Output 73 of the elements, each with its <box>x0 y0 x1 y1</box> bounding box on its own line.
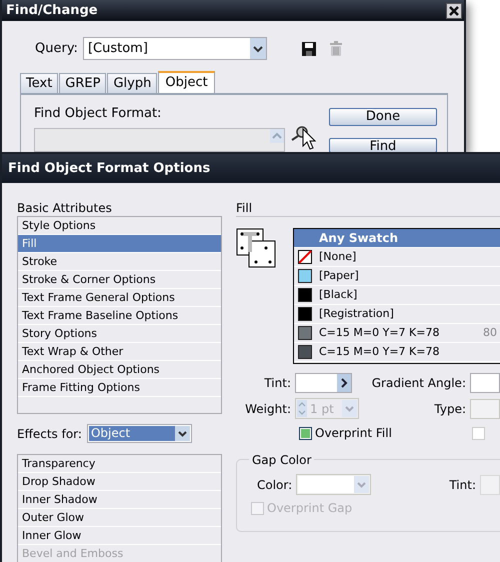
field-label: Gradient Angle: <box>372 375 466 392</box>
swatch-row[interactable]: [Black] <box>294 286 500 305</box>
effects-dropdown[interactable]: Object <box>86 424 192 443</box>
tab[interactable]: Glyph <box>107 73 158 93</box>
swatch-name: C=15 M=0 Y=7 K=78 <box>319 344 440 360</box>
section-label: Basic Attributes <box>17 200 113 215</box>
dialog-button[interactable]: Find <box>329 138 437 152</box>
swatch-name: [Paper] <box>319 268 360 284</box>
fill-proxy-icon <box>236 228 276 268</box>
swatch-tint: 80 <box>483 324 497 341</box>
list-item[interactable]: Text Frame Baseline Options <box>18 307 221 325</box>
list-item[interactable]: Fill <box>18 235 221 253</box>
scroll-up-icon <box>270 128 284 142</box>
format-field[interactable] <box>34 128 285 152</box>
list-item[interactable]: Anchored Object Options <box>18 361 221 379</box>
chevron-icon <box>354 476 370 493</box>
field-label: Type: <box>434 400 466 418</box>
tint-field[interactable] <box>295 373 352 393</box>
spinner-icon <box>297 400 307 417</box>
chevron-icon <box>342 400 358 417</box>
field-label: Effects for: <box>17 426 82 442</box>
swatch-row[interactable]: [Registration] <box>294 305 500 324</box>
list-item: Bevel and Emboss <box>18 545 221 562</box>
swatch-row[interactable]: [None] <box>294 248 500 267</box>
list-item[interactable]: Outer Glow <box>18 509 221 527</box>
close-button[interactable] <box>446 2 462 18</box>
type-field[interactable] <box>470 398 500 418</box>
list-item[interactable]: Text Frame General Options <box>18 289 221 307</box>
arrow-right-icon <box>336 374 351 392</box>
swatch-name: [Black] <box>319 286 358 303</box>
tab[interactable]: GREP <box>59 73 106 93</box>
field-label: Tint: <box>449 476 476 494</box>
tint-field[interactable] <box>480 474 500 494</box>
section-heading: Fill <box>236 200 254 215</box>
list-item[interactable]: Stroke <box>18 253 221 271</box>
field-label: Find Object Format: <box>34 105 162 123</box>
swatch-row[interactable]: C=15 M=0 Y=7 K=78 80 <box>294 324 500 343</box>
color-dropdown[interactable] <box>296 474 372 495</box>
window-title: Find/Change <box>6 2 98 20</box>
none-swatch-icon <box>298 250 312 264</box>
list-item[interactable]: Text Wrap & Other <box>18 343 221 361</box>
list-item[interactable]: Story Options <box>18 325 221 343</box>
field-label: Tint: <box>263 375 292 392</box>
chevron-icon <box>174 426 190 441</box>
query-dropdown[interactable]: [Custom] <box>82 37 267 60</box>
list-item[interactable]: Stroke & Corner Options <box>18 271 221 289</box>
weight-field: 1 pt <box>295 398 360 419</box>
swatch-name: [None] <box>319 248 358 265</box>
checkbox-label: Overprint Gap <box>267 500 352 517</box>
field-label: Weight: <box>244 400 292 418</box>
swatch-name: [Registration] <box>319 306 395 322</box>
checkbox-label: Overprint Fill <box>315 425 392 442</box>
pointer-icon <box>302 128 316 150</box>
swatch-row[interactable]: C=15 M=0 Y=7 K=78 <box>294 343 500 362</box>
swatch-row[interactable]: Any Swatch <box>294 229 500 248</box>
field-label: Color: <box>257 476 294 494</box>
tab[interactable]: Text <box>20 73 58 93</box>
list-item[interactable]: Inner Shadow <box>18 491 221 509</box>
trash-icon <box>330 41 342 56</box>
query-label: Query: <box>35 40 78 58</box>
window-title: Find Object Format Options <box>8 160 210 178</box>
angle-field[interactable] <box>470 373 500 393</box>
list-item[interactable]: Transparency <box>18 455 221 473</box>
chevron-icon <box>250 38 266 59</box>
swatch-row[interactable]: [Paper] <box>294 267 500 286</box>
save-icon <box>302 42 316 56</box>
dialog-button[interactable]: Done <box>329 108 437 126</box>
checkbox[interactable] <box>299 426 312 440</box>
tab[interactable]: Object <box>158 71 215 93</box>
list-item[interactable]: Drop Shadow <box>18 473 221 491</box>
list-item[interactable]: Inner Glow <box>18 527 221 545</box>
swatch-name: C=15 M=0 Y=7 K=78 <box>319 324 440 341</box>
list-item[interactable]: Frame Fitting Options <box>18 379 221 397</box>
